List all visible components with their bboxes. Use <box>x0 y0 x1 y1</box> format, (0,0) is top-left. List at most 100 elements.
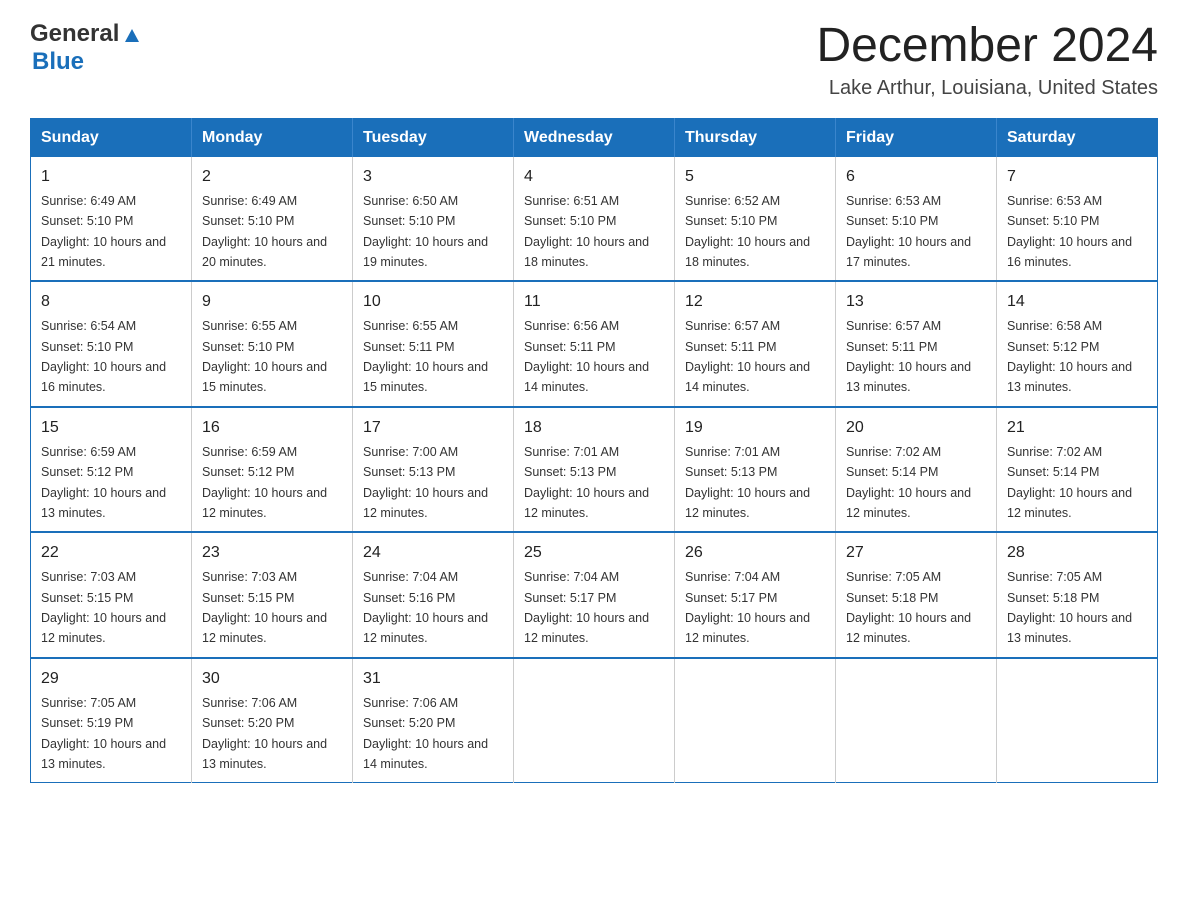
day-number: 26 <box>685 541 825 565</box>
day-info: Sunrise: 6:59 AMSunset: 5:12 PMDaylight:… <box>41 445 166 520</box>
day-number: 27 <box>846 541 986 565</box>
calendar-cell: 17 Sunrise: 7:00 AMSunset: 5:13 PMDaylig… <box>353 407 514 533</box>
day-number: 19 <box>685 416 825 440</box>
day-info: Sunrise: 7:03 AMSunset: 5:15 PMDaylight:… <box>41 570 166 645</box>
calendar-cell: 30 Sunrise: 7:06 AMSunset: 5:20 PMDaylig… <box>192 658 353 783</box>
day-of-week-tuesday: Tuesday <box>353 118 514 157</box>
calendar-cell: 14 Sunrise: 6:58 AMSunset: 5:12 PMDaylig… <box>997 281 1158 407</box>
day-number: 3 <box>363 165 503 189</box>
calendar-cell: 15 Sunrise: 6:59 AMSunset: 5:12 PMDaylig… <box>31 407 192 533</box>
day-number: 1 <box>41 165 181 189</box>
day-number: 17 <box>363 416 503 440</box>
day-info: Sunrise: 6:57 AMSunset: 5:11 PMDaylight:… <box>685 319 810 394</box>
day-info: Sunrise: 6:52 AMSunset: 5:10 PMDaylight:… <box>685 194 810 269</box>
day-info: Sunrise: 7:04 AMSunset: 5:17 PMDaylight:… <box>524 570 649 645</box>
calendar-cell: 4 Sunrise: 6:51 AMSunset: 5:10 PMDayligh… <box>514 157 675 282</box>
day-info: Sunrise: 6:54 AMSunset: 5:10 PMDaylight:… <box>41 319 166 394</box>
day-info: Sunrise: 6:53 AMSunset: 5:10 PMDaylight:… <box>1007 194 1132 269</box>
calendar-week-4: 22 Sunrise: 7:03 AMSunset: 5:15 PMDaylig… <box>31 532 1158 658</box>
calendar-cell: 11 Sunrise: 6:56 AMSunset: 5:11 PMDaylig… <box>514 281 675 407</box>
calendar-cell <box>514 658 675 783</box>
day-info: Sunrise: 7:04 AMSunset: 5:17 PMDaylight:… <box>685 570 810 645</box>
day-of-week-thursday: Thursday <box>675 118 836 157</box>
calendar-cell: 2 Sunrise: 6:49 AMSunset: 5:10 PMDayligh… <box>192 157 353 282</box>
day-number: 31 <box>363 667 503 691</box>
logo-triangle-icon <box>121 24 143 46</box>
day-of-week-friday: Friday <box>836 118 997 157</box>
day-info: Sunrise: 7:06 AMSunset: 5:20 PMDaylight:… <box>202 696 327 771</box>
day-number: 5 <box>685 165 825 189</box>
day-number: 2 <box>202 165 342 189</box>
calendar-cell: 29 Sunrise: 7:05 AMSunset: 5:19 PMDaylig… <box>31 658 192 783</box>
calendar-week-2: 8 Sunrise: 6:54 AMSunset: 5:10 PMDayligh… <box>31 281 1158 407</box>
day-number: 22 <box>41 541 181 565</box>
calendar-cell <box>836 658 997 783</box>
day-info: Sunrise: 6:49 AMSunset: 5:10 PMDaylight:… <box>41 194 166 269</box>
page-title: December 2024 <box>816 20 1158 73</box>
day-info: Sunrise: 7:05 AMSunset: 5:19 PMDaylight:… <box>41 696 166 771</box>
day-number: 14 <box>1007 290 1147 314</box>
day-of-week-wednesday: Wednesday <box>514 118 675 157</box>
day-info: Sunrise: 6:55 AMSunset: 5:11 PMDaylight:… <box>363 319 488 394</box>
day-info: Sunrise: 7:06 AMSunset: 5:20 PMDaylight:… <box>363 696 488 771</box>
calendar-cell: 10 Sunrise: 6:55 AMSunset: 5:11 PMDaylig… <box>353 281 514 407</box>
day-info: Sunrise: 6:59 AMSunset: 5:12 PMDaylight:… <box>202 445 327 520</box>
day-number: 18 <box>524 416 664 440</box>
day-number: 10 <box>363 290 503 314</box>
calendar-cell: 22 Sunrise: 7:03 AMSunset: 5:15 PMDaylig… <box>31 532 192 658</box>
day-number: 29 <box>41 667 181 691</box>
calendar-week-1: 1 Sunrise: 6:49 AMSunset: 5:10 PMDayligh… <box>31 157 1158 282</box>
day-of-week-monday: Monday <box>192 118 353 157</box>
calendar-cell: 7 Sunrise: 6:53 AMSunset: 5:10 PMDayligh… <box>997 157 1158 282</box>
calendar-cell: 28 Sunrise: 7:05 AMSunset: 5:18 PMDaylig… <box>997 532 1158 658</box>
day-number: 12 <box>685 290 825 314</box>
day-number: 24 <box>363 541 503 565</box>
calendar-cell: 25 Sunrise: 7:04 AMSunset: 5:17 PMDaylig… <box>514 532 675 658</box>
days-of-week-row: SundayMondayTuesdayWednesdayThursdayFrid… <box>31 118 1158 157</box>
calendar-week-3: 15 Sunrise: 6:59 AMSunset: 5:12 PMDaylig… <box>31 407 1158 533</box>
day-info: Sunrise: 6:55 AMSunset: 5:10 PMDaylight:… <box>202 319 327 394</box>
calendar-cell: 6 Sunrise: 6:53 AMSunset: 5:10 PMDayligh… <box>836 157 997 282</box>
calendar-cell <box>997 658 1158 783</box>
day-info: Sunrise: 6:58 AMSunset: 5:12 PMDaylight:… <box>1007 319 1132 394</box>
calendar-cell: 20 Sunrise: 7:02 AMSunset: 5:14 PMDaylig… <box>836 407 997 533</box>
calendar-cell: 9 Sunrise: 6:55 AMSunset: 5:10 PMDayligh… <box>192 281 353 407</box>
day-info: Sunrise: 6:51 AMSunset: 5:10 PMDaylight:… <box>524 194 649 269</box>
calendar-cell: 1 Sunrise: 6:49 AMSunset: 5:10 PMDayligh… <box>31 157 192 282</box>
day-info: Sunrise: 7:03 AMSunset: 5:15 PMDaylight:… <box>202 570 327 645</box>
day-number: 20 <box>846 416 986 440</box>
day-info: Sunrise: 7:01 AMSunset: 5:13 PMDaylight:… <box>685 445 810 520</box>
day-number: 23 <box>202 541 342 565</box>
day-of-week-sunday: Sunday <box>31 118 192 157</box>
calendar-cell: 21 Sunrise: 7:02 AMSunset: 5:14 PMDaylig… <box>997 407 1158 533</box>
day-info: Sunrise: 7:02 AMSunset: 5:14 PMDaylight:… <box>846 445 971 520</box>
calendar-week-5: 29 Sunrise: 7:05 AMSunset: 5:19 PMDaylig… <box>31 658 1158 783</box>
day-number: 15 <box>41 416 181 440</box>
calendar-cell: 3 Sunrise: 6:50 AMSunset: 5:10 PMDayligh… <box>353 157 514 282</box>
calendar-cell: 31 Sunrise: 7:06 AMSunset: 5:20 PMDaylig… <box>353 658 514 783</box>
calendar-cell: 24 Sunrise: 7:04 AMSunset: 5:16 PMDaylig… <box>353 532 514 658</box>
day-info: Sunrise: 7:01 AMSunset: 5:13 PMDaylight:… <box>524 445 649 520</box>
calendar-header: SundayMondayTuesdayWednesdayThursdayFrid… <box>31 118 1158 157</box>
logo-general-text: General <box>30 20 119 48</box>
calendar-cell: 23 Sunrise: 7:03 AMSunset: 5:15 PMDaylig… <box>192 532 353 658</box>
calendar-cell <box>675 658 836 783</box>
calendar-cell: 18 Sunrise: 7:01 AMSunset: 5:13 PMDaylig… <box>514 407 675 533</box>
calendar-table: SundayMondayTuesdayWednesdayThursdayFrid… <box>30 118 1158 784</box>
day-info: Sunrise: 6:49 AMSunset: 5:10 PMDaylight:… <box>202 194 327 269</box>
calendar-cell: 16 Sunrise: 6:59 AMSunset: 5:12 PMDaylig… <box>192 407 353 533</box>
calendar-cell: 26 Sunrise: 7:04 AMSunset: 5:17 PMDaylig… <box>675 532 836 658</box>
calendar-cell: 12 Sunrise: 6:57 AMSunset: 5:11 PMDaylig… <box>675 281 836 407</box>
day-number: 13 <box>846 290 986 314</box>
day-number: 11 <box>524 290 664 314</box>
day-number: 25 <box>524 541 664 565</box>
day-number: 8 <box>41 290 181 314</box>
day-info: Sunrise: 7:04 AMSunset: 5:16 PMDaylight:… <box>363 570 488 645</box>
day-info: Sunrise: 7:05 AMSunset: 5:18 PMDaylight:… <box>1007 570 1132 645</box>
day-info: Sunrise: 7:05 AMSunset: 5:18 PMDaylight:… <box>846 570 971 645</box>
calendar-cell: 27 Sunrise: 7:05 AMSunset: 5:18 PMDaylig… <box>836 532 997 658</box>
logo: General Blue <box>30 20 143 76</box>
title-section: December 2024 Lake Arthur, Louisiana, Un… <box>816 20 1158 100</box>
day-number: 28 <box>1007 541 1147 565</box>
day-info: Sunrise: 7:02 AMSunset: 5:14 PMDaylight:… <box>1007 445 1132 520</box>
